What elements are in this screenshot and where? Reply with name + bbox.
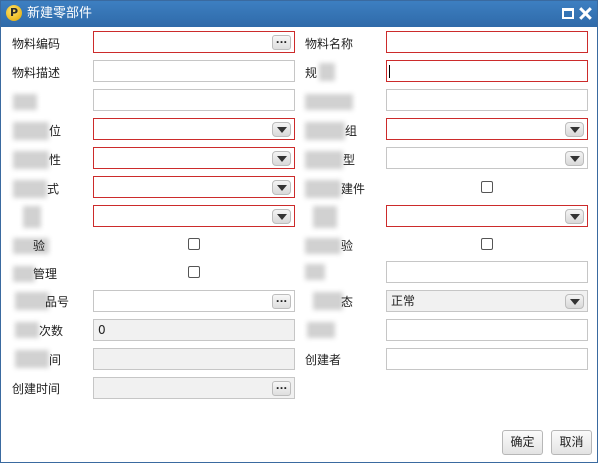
chevron-down-icon[interactable] (565, 122, 584, 137)
mode-select[interactable] (93, 176, 295, 198)
chevron-down-icon[interactable] (565, 209, 584, 224)
time-label-redacted (15, 350, 49, 368)
unit-select[interactable] (93, 118, 295, 140)
maximize-icon[interactable] (560, 6, 575, 21)
mode-label: 式 (47, 182, 60, 196)
attr-label-redacted (13, 151, 49, 169)
chevron-down-icon[interactable] (272, 180, 291, 195)
component-label: 建件 (341, 182, 366, 196)
row3-right-label-redacted (305, 94, 353, 110)
material-code-label: 物料编码 (12, 37, 61, 51)
row3-left-input[interactable] (93, 89, 295, 111)
count-input: 0 (93, 319, 295, 341)
management-checkbox[interactable] (188, 266, 200, 278)
count-label: 次数 (39, 324, 64, 338)
chevron-down-icon[interactable] (272, 122, 291, 137)
count-value: 0 (98, 323, 106, 337)
status-label-redacted (313, 292, 343, 310)
group-label: 组 (345, 124, 358, 138)
unit-label: 位 (49, 124, 62, 138)
material-desc-label: 物料描述 (12, 66, 61, 80)
created-time-input[interactable]: ... (93, 377, 295, 399)
component-label-redacted (305, 180, 341, 198)
material-desc-input[interactable] (93, 60, 295, 82)
inspection-right-label: 验 (341, 239, 354, 253)
row9-right-label-redacted (305, 264, 325, 280)
material-name-input[interactable] (386, 31, 588, 53)
row9-right-input[interactable] (386, 261, 588, 283)
mode-label-redacted (13, 180, 47, 198)
row11-right-label-redacted (307, 322, 335, 338)
row11-right-input[interactable] (386, 319, 588, 341)
management-label-redacted (13, 266, 35, 282)
status-label: 态 (341, 295, 354, 309)
type-label: 型 (343, 153, 356, 167)
spec-label: 规 (305, 66, 318, 80)
group-select[interactable] (386, 118, 588, 140)
attr-select[interactable] (93, 147, 295, 169)
chevron-down-icon[interactable] (565, 151, 584, 166)
inspection-left-checkbox[interactable] (188, 238, 200, 250)
row7-left-label-redacted (23, 206, 41, 228)
time-label: 间 (49, 353, 62, 367)
app-logo-icon: P (6, 5, 22, 21)
type-select[interactable] (386, 147, 588, 169)
inspection-left-label: 验 (33, 239, 46, 253)
row3-left-label-redacted (13, 94, 37, 110)
type-label-redacted (305, 151, 343, 169)
product-no-label-redacted (15, 292, 49, 310)
count-label-redacted (15, 322, 39, 338)
creator-label: 创建者 (305, 353, 342, 367)
inspection-right-label-redacted (305, 238, 341, 254)
close-icon[interactable] (578, 6, 593, 21)
material-code-browse-button[interactable]: ... (272, 35, 291, 50)
product-no-input[interactable]: ... (93, 290, 295, 312)
spec-label-redacted (319, 63, 335, 81)
cancel-button[interactable]: 取消 (551, 430, 592, 455)
chevron-down-icon[interactable] (272, 209, 291, 224)
spec-input[interactable] (386, 60, 588, 82)
title-bar: P 新建零部件 (1, 1, 597, 27)
creator-input[interactable] (386, 348, 588, 370)
row7-right-label-redacted (313, 206, 337, 228)
window-title: 新建零部件 (27, 6, 93, 21)
product-no-browse-button[interactable]: ... (272, 294, 291, 309)
unit-label-redacted (13, 122, 49, 140)
row7-left-select[interactable] (93, 205, 295, 227)
time-input (93, 348, 295, 370)
component-checkbox[interactable] (481, 181, 493, 193)
material-code-input[interactable]: ... (93, 31, 295, 53)
material-name-label: 物料名称 (305, 37, 354, 51)
status-select[interactable]: 正常 (386, 290, 588, 312)
management-label: 管理 (33, 267, 58, 281)
inspection-right-checkbox[interactable] (481, 238, 493, 250)
created-time-label: 创建时间 (12, 382, 61, 396)
new-part-dialog: P 新建零部件 物料编码 ... 物料名称 物料描述 规 位 组 性 型 式 建… (0, 0, 598, 463)
row3-right-input[interactable] (386, 89, 588, 111)
group-label-redacted (305, 122, 345, 140)
product-no-label: 品号 (45, 295, 70, 309)
chevron-down-icon[interactable] (565, 294, 584, 309)
row7-right-select[interactable] (386, 205, 588, 227)
status-value: 正常 (391, 294, 416, 308)
attr-label: 性 (49, 153, 62, 167)
ok-button[interactable]: 确定 (502, 430, 543, 455)
created-time-picker-button[interactable]: ... (272, 381, 291, 396)
chevron-down-icon[interactable] (272, 151, 291, 166)
